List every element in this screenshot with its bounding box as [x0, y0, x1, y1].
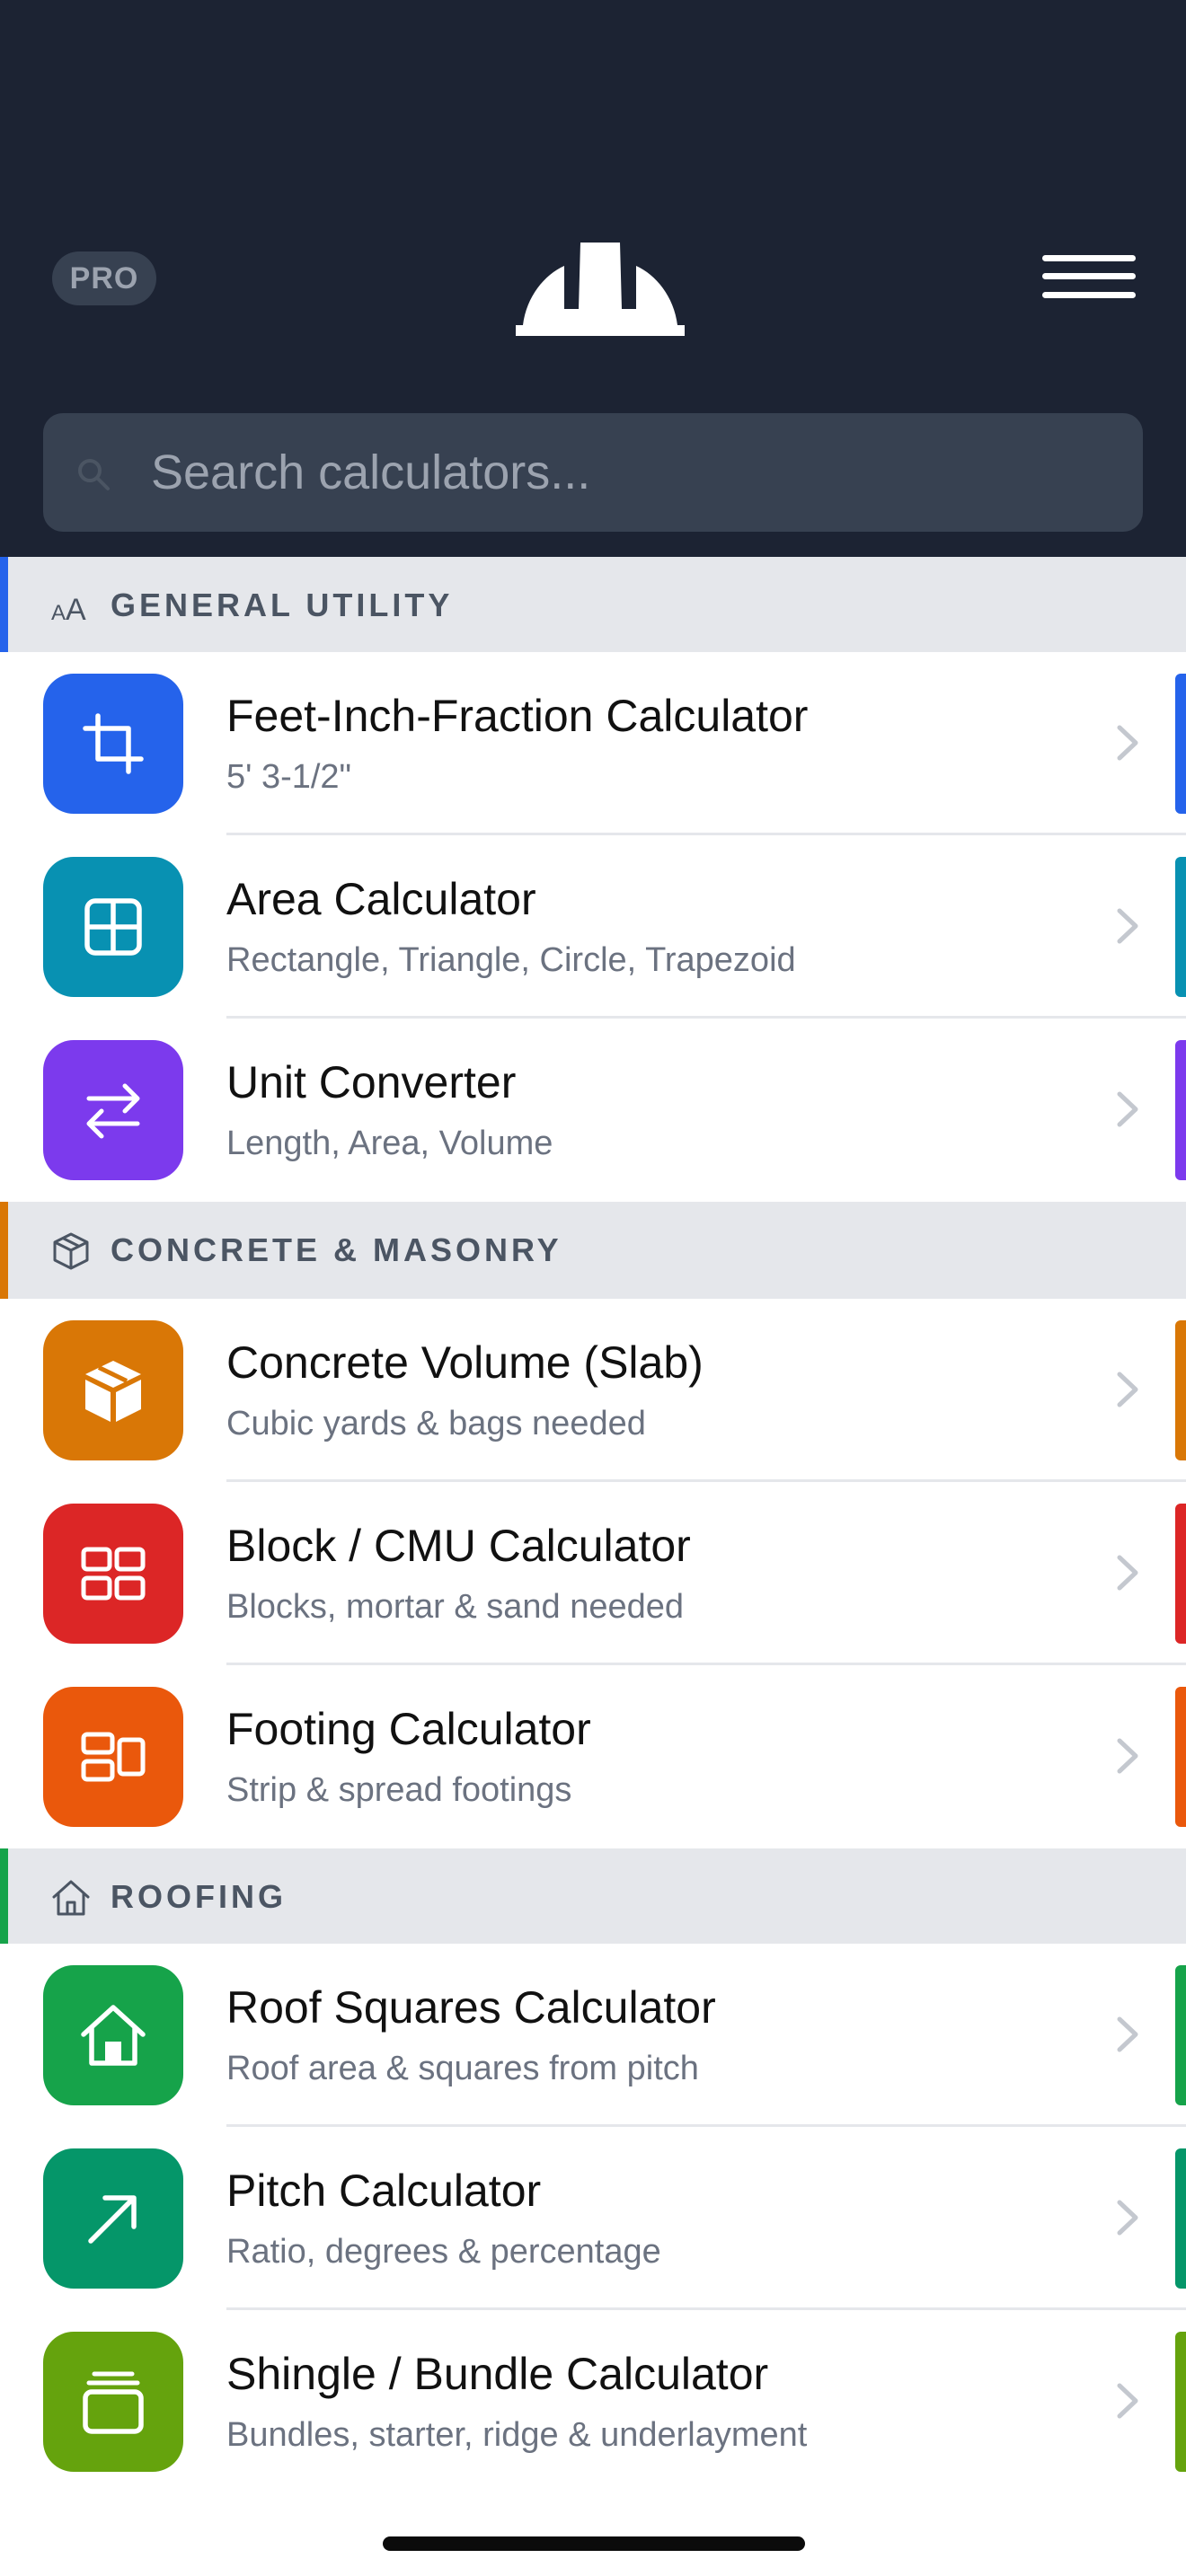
calculator-subtitle: Blocks, mortar & sand needed	[226, 1588, 685, 1626]
pro-badge[interactable]: PRO	[52, 251, 156, 305]
blocks-icon	[81, 1547, 146, 1601]
app-header: PRO	[0, 0, 1186, 557]
calculator-subtitle: Length, Area, Volume	[226, 1125, 553, 1162]
calculator-row-block-cmu[interactable]: Block / CMU Calculator Blocks, mortar & …	[0, 1482, 1186, 1665]
section-title: ROOFING	[111, 1878, 287, 1915]
color-edge	[1175, 1504, 1186, 1644]
color-edge	[1175, 1687, 1186, 1827]
grid-icon	[84, 898, 142, 956]
calculator-icon-tile	[43, 1504, 183, 1644]
section-header-concrete-masonry: CONCRETE & MASONRY	[0, 1202, 1186, 1299]
calculator-row-pitch[interactable]: Pitch Calculator Ratio, degrees & percen…	[0, 2127, 1186, 2310]
calculator-icon-tile	[43, 857, 183, 997]
stack-icon	[83, 2371, 144, 2434]
color-edge	[1175, 2148, 1186, 2289]
calculator-icon-tile	[43, 1965, 183, 2105]
hamburger-menu-icon[interactable]	[1042, 251, 1136, 302]
calculator-icon-tile	[43, 674, 183, 814]
calculator-subtitle: Ratio, degrees & percentage	[226, 2233, 661, 2271]
calculator-subtitle: Rectangle, Triangle, Circle, Trapezoid	[226, 941, 796, 979]
svg-text:A: A	[51, 601, 66, 625]
chevron-right-icon	[1117, 2200, 1138, 2236]
footing-icon	[81, 1732, 146, 1782]
color-edge	[1175, 857, 1186, 997]
chevron-right-icon	[1117, 908, 1138, 944]
search-icon	[78, 459, 110, 490]
calculator-row-concrete-volume[interactable]: Concrete Volume (Slab) Cubic yards & bag…	[0, 1299, 1186, 1482]
calculator-title: Feet-Inch-Fraction Calculator	[226, 691, 809, 741]
arrow-up-right-icon	[88, 2195, 137, 2244]
calculator-row-footing[interactable]: Footing Calculator Strip & spread footin…	[0, 1665, 1186, 1848]
box-icon	[53, 1232, 89, 1270]
color-edge	[1175, 2332, 1186, 2472]
calculator-subtitle: Bundles, starter, ridge & underlayment	[226, 2416, 808, 2454]
calculator-row-unit-converter[interactable]: Unit Converter Length, Area, Volume	[0, 1019, 1186, 1202]
calculator-title: Block / CMU Calculator	[226, 1521, 691, 1571]
color-edge	[1175, 1965, 1186, 2105]
section-title: GENERAL UTILITY	[111, 587, 454, 623]
color-edge	[1175, 674, 1186, 814]
calculator-row-area[interactable]: Area Calculator Rectangle, Triangle, Cir…	[0, 835, 1186, 1019]
calculator-subtitle: Roof area & squares from pitch	[226, 2050, 699, 2087]
section-accent	[0, 557, 8, 654]
chevron-right-icon	[1117, 1555, 1138, 1591]
calculator-title: Shingle / Bundle Calculator	[226, 2349, 769, 2399]
calculator-title: Unit Converter	[226, 1057, 517, 1107]
chevron-right-icon	[1117, 1372, 1138, 1407]
section-accent	[0, 1848, 8, 1945]
house-icon	[81, 2005, 146, 2066]
crop-icon	[83, 713, 144, 774]
calculator-icon-tile	[43, 2148, 183, 2289]
chevron-right-icon	[1117, 725, 1138, 761]
calculator-title: Area Calculator	[226, 874, 536, 924]
calculator-row-shingle-bundle[interactable]: Shingle / Bundle Calculator Bundles, sta…	[0, 2310, 1186, 2493]
calculator-title: Footing Calculator	[226, 1704, 591, 1754]
search-input[interactable]	[151, 437, 1103, 508]
svg-text:A: A	[66, 593, 86, 627]
calculator-icon-tile	[43, 1040, 183, 1180]
calculator-icon-tile	[43, 1687, 183, 1827]
chevron-right-icon	[1117, 1738, 1138, 1774]
calculator-icon-tile	[43, 2332, 183, 2472]
section-header-roofing: ROOFING	[0, 1848, 1186, 1945]
hard-hat-icon	[516, 243, 685, 336]
calculator-title: Concrete Volume (Slab)	[226, 1337, 704, 1388]
section-accent	[0, 1202, 8, 1299]
box-icon	[85, 1361, 141, 1422]
section-header-general-utility: A A GENERAL UTILITY	[0, 557, 1186, 654]
calculator-subtitle: Cubic yards & bags needed	[226, 1405, 646, 1442]
calculator-row-roof-squares[interactable]: Roof Squares Calculator Roof area & squa…	[0, 1944, 1186, 2127]
calculator-subtitle: Strip & spread footings	[226, 1771, 572, 1809]
calculator-icon-tile	[43, 1320, 183, 1460]
color-edge	[1175, 1040, 1186, 1180]
calculator-row-feet-inch-fraction[interactable]: Feet-Inch-Fraction Calculator 5' 3-1/2"	[0, 652, 1186, 835]
calculator-title: Roof Squares Calculator	[226, 1982, 716, 2033]
chevron-right-icon	[1117, 2383, 1138, 2419]
chevron-right-icon	[1117, 1091, 1138, 1127]
text-size-icon: A A	[51, 593, 86, 627]
home-indicator[interactable]	[383, 2536, 805, 2551]
calculator-subtitle: 5' 3-1/2"	[226, 758, 352, 796]
calculator-title: Pitch Calculator	[226, 2166, 542, 2216]
house-icon	[52, 1880, 90, 1916]
chevron-right-icon	[1117, 2016, 1138, 2052]
section-title: CONCRETE & MASONRY	[111, 1231, 562, 1268]
swap-arrows-icon	[86, 1083, 140, 1139]
color-edge	[1175, 1320, 1186, 1460]
